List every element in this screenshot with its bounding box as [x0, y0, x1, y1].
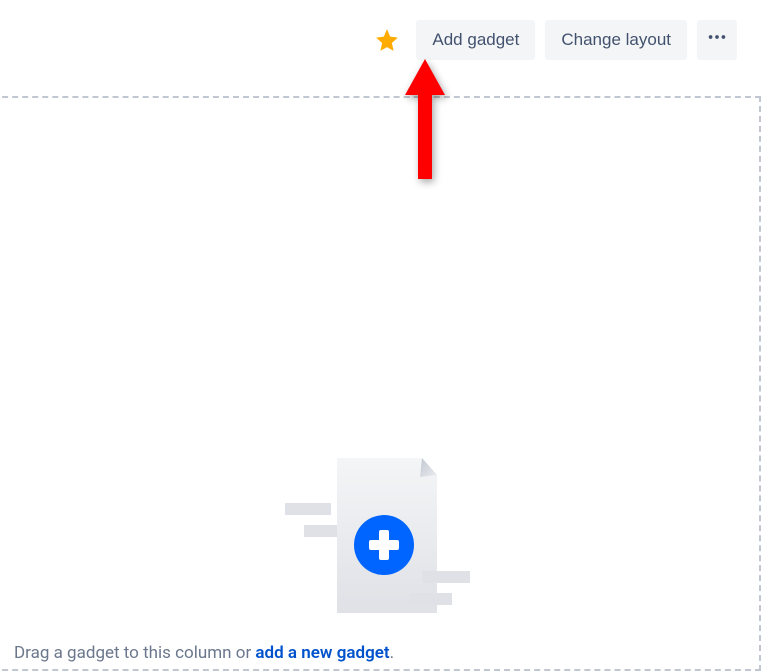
star-icon	[374, 27, 400, 53]
hint-prefix: Drag a gadget to this column or	[14, 643, 255, 663]
change-layout-button[interactable]: Change layout	[545, 20, 687, 60]
favorite-star[interactable]	[374, 27, 400, 53]
empty-state-hint: Drag a gadget to this column or add a ne…	[0, 643, 394, 669]
more-icon	[706, 26, 728, 54]
change-layout-label: Change layout	[561, 30, 671, 49]
hint-suffix: .	[390, 643, 394, 663]
empty-state-illustration	[282, 453, 482, 623]
add-gadget-button[interactable]: Add gadget	[416, 20, 535, 60]
more-actions-button[interactable]	[697, 20, 737, 60]
empty-gadget-column[interactable]: Drag a gadget to this column or add a ne…	[0, 96, 761, 671]
add-gadget-label: Add gadget	[432, 30, 519, 49]
add-new-gadget-link[interactable]: add a new gadget	[255, 643, 389, 663]
dashboard-toolbar: Add gadget Change layout	[0, 0, 763, 80]
